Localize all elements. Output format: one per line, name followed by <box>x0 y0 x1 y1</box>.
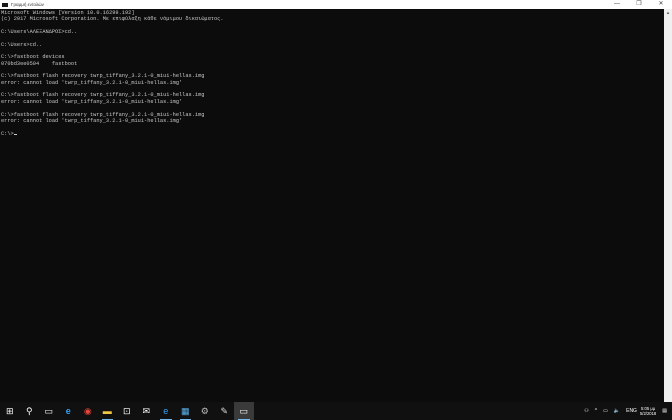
mail-icon: ✉ <box>142 405 151 416</box>
gear-icon: ⚙ <box>200 405 209 416</box>
people-icon[interactable]: ⚇ <box>584 408 588 414</box>
folder-icon: ▬ <box>102 406 112 416</box>
clock[interactable]: 5:05 μμ 5/2/2018 <box>640 406 656 416</box>
console-output[interactable]: Microsoft Windows [Version 10.0.16299.19… <box>0 9 664 402</box>
system-tray: ⚇ ^ ▭ 🔈 ENG 5:05 μμ 5/2/2018 ▤ <box>581 402 672 420</box>
ie-button[interactable]: e <box>156 402 176 420</box>
task-view-button[interactable]: ▭ <box>39 402 59 420</box>
volume-icon[interactable]: 🔈 <box>614 408 620 414</box>
chrome-button[interactable]: ◉ <box>78 402 98 420</box>
scrollbar[interactable]: ▲ <box>664 9 672 402</box>
store-icon: ⊡ <box>122 405 131 416</box>
paint-button[interactable]: ✎ <box>215 402 235 420</box>
chrome-icon: ◉ <box>83 405 92 416</box>
close-button[interactable]: ✕ <box>650 0 672 9</box>
task-view-icon: ▭ <box>44 405 53 416</box>
cmd-icon: ▭ <box>239 405 248 416</box>
scroll-up-icon[interactable]: ▲ <box>664 9 672 17</box>
language-indicator[interactable]: ENG <box>626 408 637 414</box>
cursor <box>13 133 17 135</box>
taskbar: ⊞ ⚲ ▭ e ◉ ▬ ⊡ ✉ e ▦ ⚙ ✎ ▭ ⚇ ^ ▭ 🔈 ENG 5:… <box>0 402 672 420</box>
cmd-icon <box>2 2 8 7</box>
internet-explorer-icon: e <box>163 406 169 416</box>
explorer-button[interactable]: ▬ <box>98 402 118 420</box>
chevron-up-icon[interactable]: ^ <box>595 408 597 414</box>
image-icon: ▦ <box>180 405 190 416</box>
clock-date: 5/2/2018 <box>639 411 657 416</box>
start-button[interactable]: ⊞ <box>0 402 20 420</box>
store-button[interactable]: ⊡ <box>117 402 137 420</box>
title-bar: Γραμμή εντολών — ❐ ✕ <box>0 0 672 9</box>
settings-app-button[interactable]: ⚙ <box>195 402 215 420</box>
network-icon[interactable]: ▭ <box>603 408 608 414</box>
search-button[interactable]: ⚲ <box>20 402 40 420</box>
minimize-button[interactable]: — <box>606 0 628 9</box>
search-icon: ⚲ <box>25 405 33 416</box>
edge-button[interactable]: e <box>59 402 79 420</box>
prompt: C:\> <box>1 130 14 137</box>
edge-icon: e <box>65 406 71 416</box>
mail-button[interactable]: ✉ <box>137 402 157 420</box>
cmd-taskbar-button[interactable]: ▭ <box>234 402 254 420</box>
maximize-button[interactable]: ❐ <box>628 0 650 9</box>
paint-icon: ✎ <box>220 405 229 416</box>
window-title: Γραμμή εντολών <box>11 2 44 7</box>
windows-icon: ⊞ <box>5 405 14 416</box>
notifications-icon[interactable]: ▤ <box>662 408 667 414</box>
app-button[interactable]: ▦ <box>176 402 196 420</box>
